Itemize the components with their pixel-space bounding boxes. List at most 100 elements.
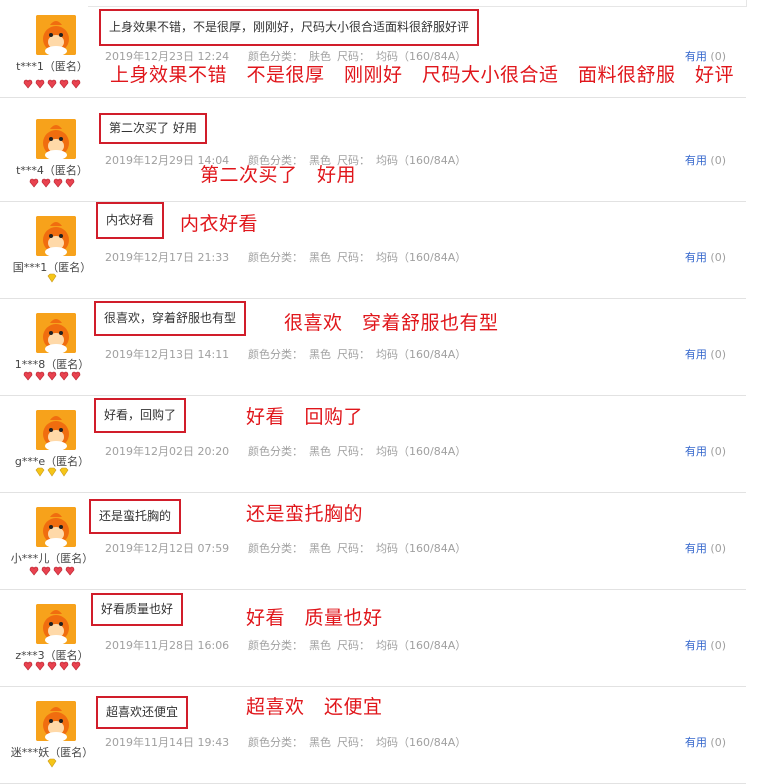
useful-count: (0): [710, 348, 726, 361]
user-avatar[interactable]: [36, 15, 76, 55]
size-label: 尺码：: [337, 542, 370, 555]
review-annotation: 好看 质量也好: [246, 607, 383, 629]
useful-count: (0): [710, 542, 726, 555]
color-value: 黑色: [309, 639, 331, 652]
review-date: 2019年11月28日 16:06: [105, 639, 230, 652]
review-row: 国***1（匿名） 2019年12月17日 21:33 颜色分类： 黑色 尺码： 均码（1…: [0, 201, 746, 299]
review-date: 2019年12月02日 20:20: [105, 445, 230, 458]
size-label: 尺码：: [337, 639, 370, 652]
size-label: 尺码：: [337, 251, 370, 264]
useful-label[interactable]: 有用: [685, 542, 707, 555]
useful-button[interactable]: 有用 (0): [685, 734, 726, 750]
color-label: 颜色分类：: [248, 251, 303, 264]
yellow-diamond-icon: [35, 467, 45, 477]
yellow-diamond-icon: [47, 467, 57, 477]
useful-count: (0): [710, 736, 726, 749]
size-value: 均码（160/84A）: [376, 542, 467, 555]
red-heart-gem-icon: [71, 371, 81, 381]
color-value: 黑色: [309, 348, 331, 361]
size-label: 尺码：: [337, 445, 370, 458]
useful-button[interactable]: 有用 (0): [685, 443, 726, 459]
reviewer-rank-badges: [0, 566, 104, 576]
size-value: 均码（160/84A）: [376, 445, 467, 458]
useful-label[interactable]: 有用: [685, 154, 707, 167]
review-row: 迷***妖（匿名） 2019年11月14日 19:43 颜色分类： 黑色 尺码： 均码（1…: [0, 686, 746, 784]
size-label: 尺码：: [337, 736, 370, 749]
review-annotation: 上身效果不错 不是很厚 刚刚好 尺码大小很合适 面料很舒服 好评: [110, 64, 735, 86]
red-heart-gem-icon: [35, 661, 45, 671]
red-heart-gem-icon: [65, 566, 75, 576]
color-label: 颜色分类：: [248, 639, 303, 652]
useful-label[interactable]: 有用: [685, 348, 707, 361]
useful-button[interactable]: 有用 (0): [685, 540, 726, 556]
red-heart-gem-icon: [41, 178, 51, 188]
red-heart-gem-icon: [47, 79, 57, 89]
color-label: 颜色分类：: [248, 542, 303, 555]
user-avatar[interactable]: [36, 313, 76, 353]
review-annotation: 超喜欢 还便宜: [246, 696, 383, 718]
review-sku-info: 颜色分类： 黑色 尺码： 均码（160/84A）: [248, 249, 472, 265]
red-heart-gem-icon: [29, 178, 39, 188]
reviewer-rank-badges: [0, 467, 104, 477]
red-heart-gem-icon: [35, 371, 45, 381]
yellow-diamond-icon: [59, 467, 69, 477]
user-avatar[interactable]: [36, 410, 76, 450]
user-avatar[interactable]: [36, 604, 76, 644]
review-sku-info: 颜色分类： 黑色 尺码： 均码（160/84A）: [248, 734, 472, 750]
reviewer-name: t***4（匿名）: [16, 164, 88, 177]
user-avatar[interactable]: [36, 119, 76, 159]
red-heart-gem-icon: [35, 79, 45, 89]
red-heart-gem-icon: [71, 661, 81, 671]
review-annotation: 还是蛮托胸的: [246, 503, 364, 525]
red-heart-gem-icon: [59, 79, 69, 89]
color-value: 黑色: [309, 736, 331, 749]
useful-button[interactable]: 有用 (0): [685, 346, 726, 362]
color-value: 黑色: [309, 542, 331, 555]
yellow-diamond-icon: [47, 758, 57, 768]
user-avatar[interactable]: [36, 507, 76, 547]
color-value: 黑色: [309, 445, 331, 458]
useful-label[interactable]: 有用: [685, 639, 707, 652]
useful-label[interactable]: 有用: [685, 445, 707, 458]
reviewer-rank-badges: [0, 273, 104, 283]
review-row: t***4（匿名） 2019年12月29日 14:04 颜色分类： 黑色 尺码： 均码（1…: [0, 104, 746, 202]
review-content-highlight: 好看，回购了: [94, 398, 187, 433]
useful-button[interactable]: 有用 (0): [685, 249, 726, 265]
review-annotation: 好看 回购了: [246, 406, 364, 428]
red-heart-gem-icon: [47, 371, 57, 381]
review-content-highlight: 上身效果不错，不是很厚，刚刚好，尺码大小很合适面料很舒服好评: [99, 9, 480, 46]
review-content-highlight: 内衣好看: [96, 202, 165, 239]
red-heart-gem-icon: [23, 371, 33, 381]
review-row: 小***儿（匿名） 2019年12月12日 07:59 颜色分类： 黑色 尺码： 均码（1…: [0, 492, 746, 590]
reviewer-rank-badges: [0, 758, 104, 768]
red-heart-gem-icon: [53, 566, 63, 576]
review-sku-info: 颜色分类： 黑色 尺码： 均码（160/84A）: [248, 346, 472, 362]
review-row: g***e（匿名） 2019年12月02日 20:20 颜色分类： 黑色 尺码： 均码（1…: [0, 395, 746, 493]
useful-button[interactable]: 有用 (0): [685, 152, 726, 168]
review-date: 2019年12月12日 07:59: [105, 542, 230, 555]
reviewer-rank-badges: [0, 371, 104, 381]
useful-label[interactable]: 有用: [685, 251, 707, 264]
reviewer-rank-badges: [0, 178, 104, 188]
review-annotation: 内衣好看: [180, 213, 259, 235]
reviewer-rank-badges: [0, 79, 104, 89]
size-value: 均码（160/84A）: [376, 736, 467, 749]
useful-button[interactable]: 有用 (0): [685, 637, 726, 653]
color-label: 颜色分类：: [248, 736, 303, 749]
review-date: 2019年12月13日 14:11: [105, 348, 230, 361]
review-row: t***1（匿名） 2019年12月23日 12:24 颜色分类： 肤色 尺码： 均码（1…: [0, 0, 746, 98]
useful-label[interactable]: 有用: [685, 736, 707, 749]
yellow-diamond-icon: [47, 273, 57, 283]
review-content-highlight: 第二次买了 好用: [99, 113, 207, 144]
red-heart-gem-icon: [59, 661, 69, 671]
user-avatar[interactable]: [36, 701, 76, 741]
review-content-highlight: 还是蛮托胸的: [89, 499, 182, 534]
size-label: 尺码：: [337, 348, 370, 361]
red-heart-gem-icon: [47, 661, 57, 671]
size-value: 均码（160/84A）: [376, 251, 467, 264]
size-value: 均码（160/84A）: [376, 154, 467, 167]
user-avatar[interactable]: [36, 216, 76, 256]
useful-count: (0): [710, 639, 726, 652]
useful-count: (0): [710, 251, 726, 264]
reviewer-name: t***1（匿名）: [16, 60, 88, 73]
